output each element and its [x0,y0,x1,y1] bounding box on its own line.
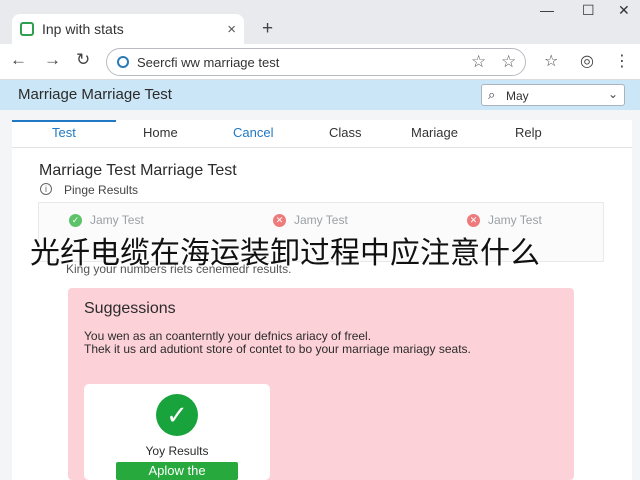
month-select[interactable]: ⌕ May ⌄ [481,84,625,106]
browser-tab-strip: Inp with stats × + — ☐ ✕ [0,0,640,44]
forward-icon[interactable]: → [44,50,61,70]
site-info-icon [117,56,129,68]
select-value: May [506,89,529,103]
tab-relp[interactable]: Relp [515,125,542,140]
chevron-down-icon: ⌄ [607,87,618,101]
reload-icon[interactable]: ↻ [76,50,90,70]
app-title: Marriage Marriage Test [18,86,172,103]
results-card: ✓ Yoy Results Aplow the [84,384,270,480]
check-circle-icon: ✓ [69,213,82,227]
browser-toolbar: ← → ↻ Seercfi ww marriage test ☆ ☆ ☆ ◎ ⋮ [0,44,640,80]
result-label: Jamy Test [294,213,348,227]
active-tab-indicator [12,120,116,122]
tab-title: Inp with stats [42,21,124,37]
address-text: Seercfi ww marriage test [137,55,280,70]
suggestions-title: Suggessions [84,300,176,317]
card-title: Yoy Results [145,444,209,458]
result-label: Jamy Test [90,213,144,227]
suggestions-line-2: Thek it us ard adutiont store of contet … [84,342,471,356]
error-circle-icon: ✕ [467,213,480,227]
suggestions-body: You wen as an coanterntly your defnics a… [84,330,554,356]
page-title: Marriage Test Marriage Test [39,162,237,179]
tab-class[interactable]: Class [329,125,362,140]
back-icon[interactable]: ← [10,50,27,70]
error-circle-icon: ✕ [273,213,286,227]
browser-tab[interactable]: Inp with stats × [12,14,244,44]
tab-test[interactable]: Test [52,125,76,140]
tab-home[interactable]: Home [143,125,178,140]
page-favicon-icon [20,22,34,36]
new-tab-button[interactable]: + [262,18,273,40]
result-label: Jamy Test [488,213,542,227]
result-item[interactable]: ✕ Jamy Test [467,213,542,227]
suggestions-panel: Suggessions You wen as an coanterntly yo… [68,288,574,480]
card-action-button[interactable]: Aplow the [116,462,238,480]
more-menu-icon[interactable]: ⋮ [614,51,630,71]
result-item[interactable]: ✕ Jamy Test [273,213,348,227]
info-icon: i [40,183,52,195]
extensions-icon[interactable]: ◎ [580,51,594,71]
tab-cancel[interactable]: Cancel [233,125,273,140]
collections-star-icon[interactable]: ☆ [544,51,558,71]
nav-tabs: Test Home Cancel Class Mariage Relp [12,120,632,148]
hint-text: King your numbers riets cenemedr results… [66,262,292,276]
minimize-window-icon[interactable]: — [540,2,554,18]
address-bar[interactable]: Seercfi ww marriage test ☆ ☆ [106,48,526,76]
page-subtitle: Pinge Results [64,183,139,197]
bookmark-star-icon[interactable]: ☆ [471,52,486,72]
app-header: Marriage Marriage Test ⌕ May ⌄ [0,80,640,110]
close-window-icon[interactable]: ✕ [618,2,630,19]
search-icon: ⌕ [488,87,496,102]
main-panel: Marriage Test Marriage Test i Pinge Resu… [12,148,632,480]
result-item[interactable]: ✓ Jamy Test [69,213,144,227]
maximize-window-icon[interactable]: ☐ [582,2,595,19]
favorites-star-icon[interactable]: ☆ [501,52,516,72]
check-icon: ✓ [156,394,198,436]
close-tab-icon[interactable]: × [227,21,236,38]
tab-mariage[interactable]: Mariage [411,125,458,140]
